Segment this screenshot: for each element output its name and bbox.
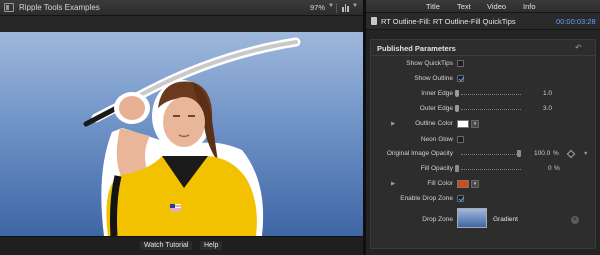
inner-edge-label: Inner Edge xyxy=(421,90,453,97)
section-title[interactable]: Published Parameters xyxy=(377,44,456,53)
keyframe-icon[interactable] xyxy=(566,149,576,159)
clip-timecode: 00:00:03:28 xyxy=(556,17,596,26)
viewer-panel: Ripple Tools Examples 97% ▼ ▼ Watch Tuto… xyxy=(0,0,363,255)
help-button[interactable]: Help xyxy=(200,241,223,250)
original-image-opacity-slider[interactable] xyxy=(455,150,521,158)
fill-opacity-slider[interactable] xyxy=(455,165,521,173)
tab-title[interactable]: Title xyxy=(426,2,440,11)
fill-opacity-unit: % xyxy=(554,165,560,172)
slider-knob[interactable] xyxy=(455,90,459,97)
fill-opacity-value[interactable]: 0 xyxy=(548,165,552,172)
drop-zone-content: Gradient xyxy=(493,216,518,223)
tab-info[interactable]: Info xyxy=(523,2,536,11)
original-image-opacity-label: Original Image Opacity xyxy=(386,150,453,157)
outline-color-label: Outline Color xyxy=(415,120,453,127)
video-frame-illustration xyxy=(83,37,301,236)
viewer-bottom-bar: Watch Tutorial Help xyxy=(0,236,363,255)
fill-color-disclosure-icon[interactable]: ▶ xyxy=(391,181,395,187)
original-image-opacity-unit: % xyxy=(553,150,559,157)
inner-edge-value[interactable]: 1.0 xyxy=(543,90,552,97)
zoom-level[interactable]: 97% xyxy=(310,3,325,12)
original-image-opacity-value[interactable]: 100.0 xyxy=(534,150,550,157)
fill-color-menu-icon[interactable]: ▾ xyxy=(471,180,479,188)
outer-edge-slider[interactable] xyxy=(455,105,521,113)
outer-edge-label: Outer Edge xyxy=(419,105,453,112)
drop-zone-well[interactable] xyxy=(457,208,487,228)
tab-text[interactable]: Text xyxy=(457,2,471,11)
inspector-panel: Title Text Video Info RT Outline-Fill: R… xyxy=(366,0,600,255)
project-library-icon[interactable] xyxy=(4,3,14,12)
fill-color-label: Fill Color xyxy=(427,180,453,187)
neon-glow-checkbox[interactable] xyxy=(457,136,464,143)
clip-header: RT Outline-Fill: RT Outline-Fill QuickTi… xyxy=(366,13,600,30)
inner-edge-slider[interactable] xyxy=(455,90,521,98)
animation-menu-chevron-down-icon[interactable]: ▼ xyxy=(583,151,588,157)
inspector-tabs: Title Text Video Info xyxy=(366,0,600,13)
view-chevron-down-icon[interactable]: ▼ xyxy=(352,3,358,9)
face xyxy=(163,97,205,147)
slider-knob[interactable] xyxy=(455,165,459,172)
drop-zone-label: Drop Zone xyxy=(422,216,453,223)
show-quicktips-label: Show QuickTips xyxy=(406,60,453,67)
fill-color-swatch[interactable] xyxy=(457,180,469,188)
show-quicktips-checkbox[interactable] xyxy=(457,60,464,67)
published-parameters-panel: Published Parameters ↶ Show QuickTips Sh… xyxy=(370,39,596,249)
hands xyxy=(119,96,145,120)
enable-drop-zone-label: Enable Drop Zone xyxy=(400,195,453,202)
show-outline-checkbox[interactable] xyxy=(457,75,464,82)
enable-drop-zone-checkbox[interactable] xyxy=(457,195,464,202)
slider-knob[interactable] xyxy=(517,150,521,157)
neon-glow-label: Neon Glow xyxy=(420,136,453,143)
tab-video[interactable]: Video xyxy=(487,2,506,11)
watch-tutorial-button[interactable]: Watch Tutorial xyxy=(140,241,193,250)
outer-edge-value[interactable]: 3.0 xyxy=(543,105,552,112)
clear-drop-zone-icon[interactable]: × xyxy=(571,216,579,224)
outline-color-swatch[interactable] xyxy=(457,120,469,128)
video-canvas xyxy=(0,32,363,236)
outline-color-menu-icon[interactable]: ▾ xyxy=(471,120,479,128)
reset-icon[interactable]: ↶ xyxy=(575,43,582,52)
zoom-chevron-down-icon[interactable]: ▼ xyxy=(328,3,334,9)
clip-name: RT Outline-Fill: RT Outline-Fill QuickTi… xyxy=(381,17,516,26)
show-outline-label: Show Outline xyxy=(414,75,453,82)
toolbar-divider xyxy=(336,3,337,13)
slider-knob[interactable] xyxy=(455,105,459,112)
section-divider xyxy=(371,55,595,56)
fill-opacity-label: Fill Opacity xyxy=(420,165,453,172)
viewer-toolbar: Ripple Tools Examples 97% ▼ ▼ xyxy=(0,0,363,16)
title-clip-icon xyxy=(371,17,377,25)
outline-color-disclosure-icon[interactable]: ▶ xyxy=(391,121,395,127)
view-options-icon[interactable] xyxy=(342,4,349,12)
viewer-title: Ripple Tools Examples xyxy=(19,3,100,12)
